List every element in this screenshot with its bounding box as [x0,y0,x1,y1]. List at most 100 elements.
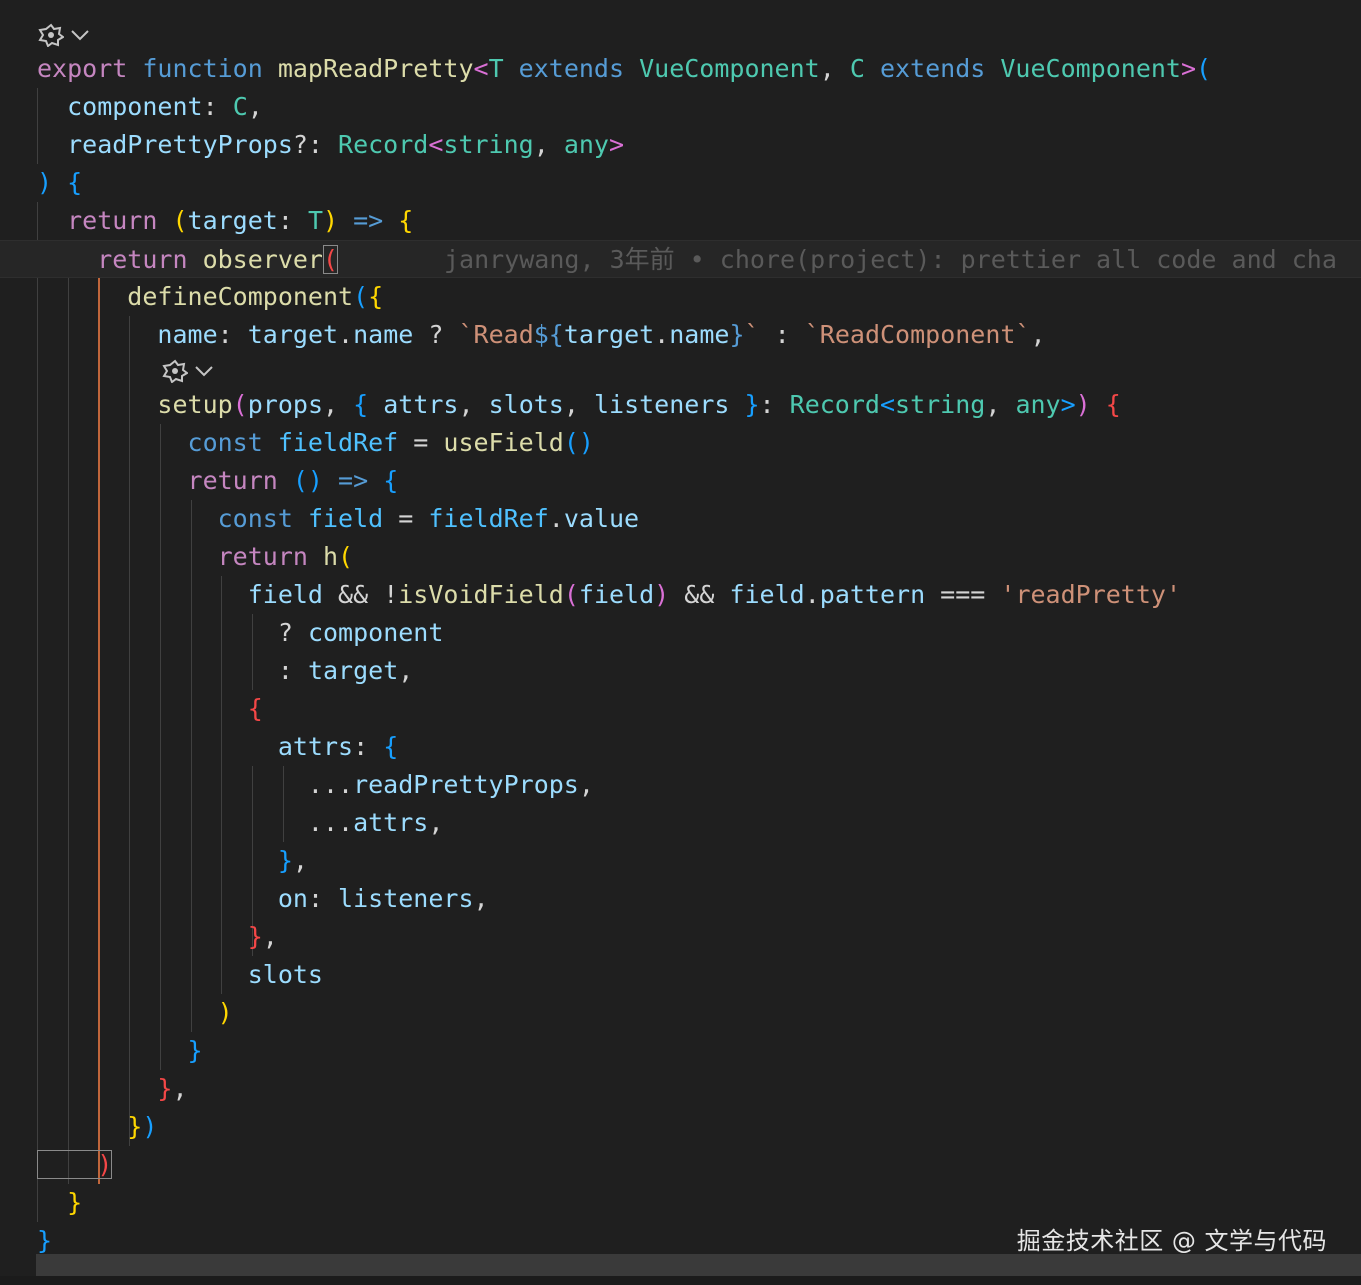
code-line[interactable]: const fieldRef = useField() [0,424,1361,462]
code-token: > [1060,390,1076,419]
code-token: { [383,732,399,761]
code-line[interactable]: name: target.name ? `Read${target.name}`… [0,316,1361,354]
code-token: . [338,320,354,349]
code-token: `ReadComponent` [804,320,1031,349]
code-token: const [37,504,308,533]
code-token: ) [1075,390,1091,419]
code-token: : [202,92,233,121]
code-token: ) [37,168,68,197]
code-token: , [578,770,594,799]
code-token: slots [488,390,564,419]
code-token: = [398,428,444,457]
code-line[interactable]: }) [0,1108,1361,1146]
code-token: Record [789,390,880,419]
code-token: , [247,92,263,121]
code-line[interactable]: ? component [0,614,1361,652]
code-line[interactable]: return h( [0,538,1361,576]
code-line[interactable]: const field = fieldRef.value [0,500,1361,538]
code-token: extends [503,54,640,83]
code-token: ... [37,770,354,799]
code-token: } [37,1226,53,1255]
codelens-top[interactable] [38,20,90,50]
code-token: props [247,390,323,419]
code-line[interactable]: ...attrs, [0,804,1361,842]
code-token: } [729,320,745,349]
code-line[interactable]: component: C, [0,88,1361,126]
code-token: { [1090,390,1121,419]
code-line[interactable]: ) [0,994,1361,1032]
code-line[interactable]: attrs: { [0,728,1361,766]
code-line[interactable]: on: listeners, [0,880,1361,918]
code-token: . [804,580,820,609]
code-token: => [338,466,384,495]
code-line[interactable]: setup(props, { attrs, slots, listeners }… [0,386,1361,424]
code-token: target [247,320,339,349]
code-token: ` [744,320,760,349]
code-line[interactable]: ...readPrettyProps, [0,766,1361,804]
code-token: : [759,320,805,349]
code-token: VueComponent [1000,54,1181,83]
code-token: fieldRef [277,428,399,457]
code-token: ( [353,282,369,311]
code-token: target [187,206,278,235]
code-token: => [338,206,399,235]
code-token: } [37,846,293,875]
code-token: ) [323,206,339,235]
code-line[interactable]: { [0,690,1361,728]
codelens-setup[interactable] [162,356,214,386]
code-token: readPrettyProps [37,130,293,159]
code-token: useField [443,428,564,457]
watermark: 掘金技术社区 @ 文学与代码 [1016,1227,1327,1255]
code-token: && ! [322,580,399,609]
code-token: ( [172,206,188,235]
copilot-icon[interactable] [162,359,188,383]
git-blame-annotation: janrywang, 3年前 • chore(project): prettie… [444,245,1337,274]
code-token: `Read [458,320,534,349]
code-token: { [398,206,414,235]
code-line[interactable]: export function mapReadPretty<T extends … [0,50,1361,88]
code-token: observer [202,245,323,274]
copilot-icon[interactable] [38,23,64,47]
code-token: () [292,466,339,495]
code-token: ( [1196,54,1212,83]
code-line[interactable]: }, [0,918,1361,956]
code-token: ( [323,245,339,274]
code-line[interactable]: slots [0,956,1361,994]
code-token: () [563,428,594,457]
code-line[interactable]: field && !isVoidField(field) && field.pa… [0,576,1361,614]
code-line[interactable]: }, [0,1070,1361,1108]
code-line[interactable]: return () => { [0,462,1361,500]
code-token: VueComponent [639,54,820,83]
code-token: pattern [819,580,926,609]
code-line[interactable]: return (target: T) => { [0,202,1361,240]
code-line[interactable]: : target, [0,652,1361,690]
code-line[interactable]: }, [0,842,1361,880]
code-token: defineComponent [37,282,354,311]
code-line[interactable]: ) [0,1146,1361,1184]
code-token: return [37,542,323,571]
code-token: ( [563,580,579,609]
code-line[interactable]: defineComponent({ [0,278,1361,316]
code-editor[interactable]: export function mapReadPretty<T extends … [0,0,1361,1285]
code-token: , [985,390,1016,419]
code-token: , [458,390,489,419]
code-token: string [443,130,534,159]
code-token: return [37,206,173,235]
code-line[interactable]: return observer(janrywang, 3年前 • chore(p… [0,240,1361,278]
code-line[interactable]: readPrettyProps?: Record<string, any> [0,126,1361,164]
code-token: ) [654,580,670,609]
horizontal-scrollbar[interactable] [36,1254,1361,1276]
code-token: } [37,1112,143,1141]
code-line[interactable]: ) { [0,164,1361,202]
code-token: : [217,320,248,349]
chevron-down-icon[interactable] [194,364,214,378]
code-token: , [428,808,444,837]
code-token: slots [37,960,323,989]
code-token: < [879,390,896,419]
code-line[interactable]: } [0,1032,1361,1070]
code-token: field [307,504,384,533]
chevron-down-icon[interactable] [70,28,90,42]
code-line[interactable]: } [0,1184,1361,1222]
code-token: fieldRef [428,504,549,533]
code-token: target [307,656,399,685]
